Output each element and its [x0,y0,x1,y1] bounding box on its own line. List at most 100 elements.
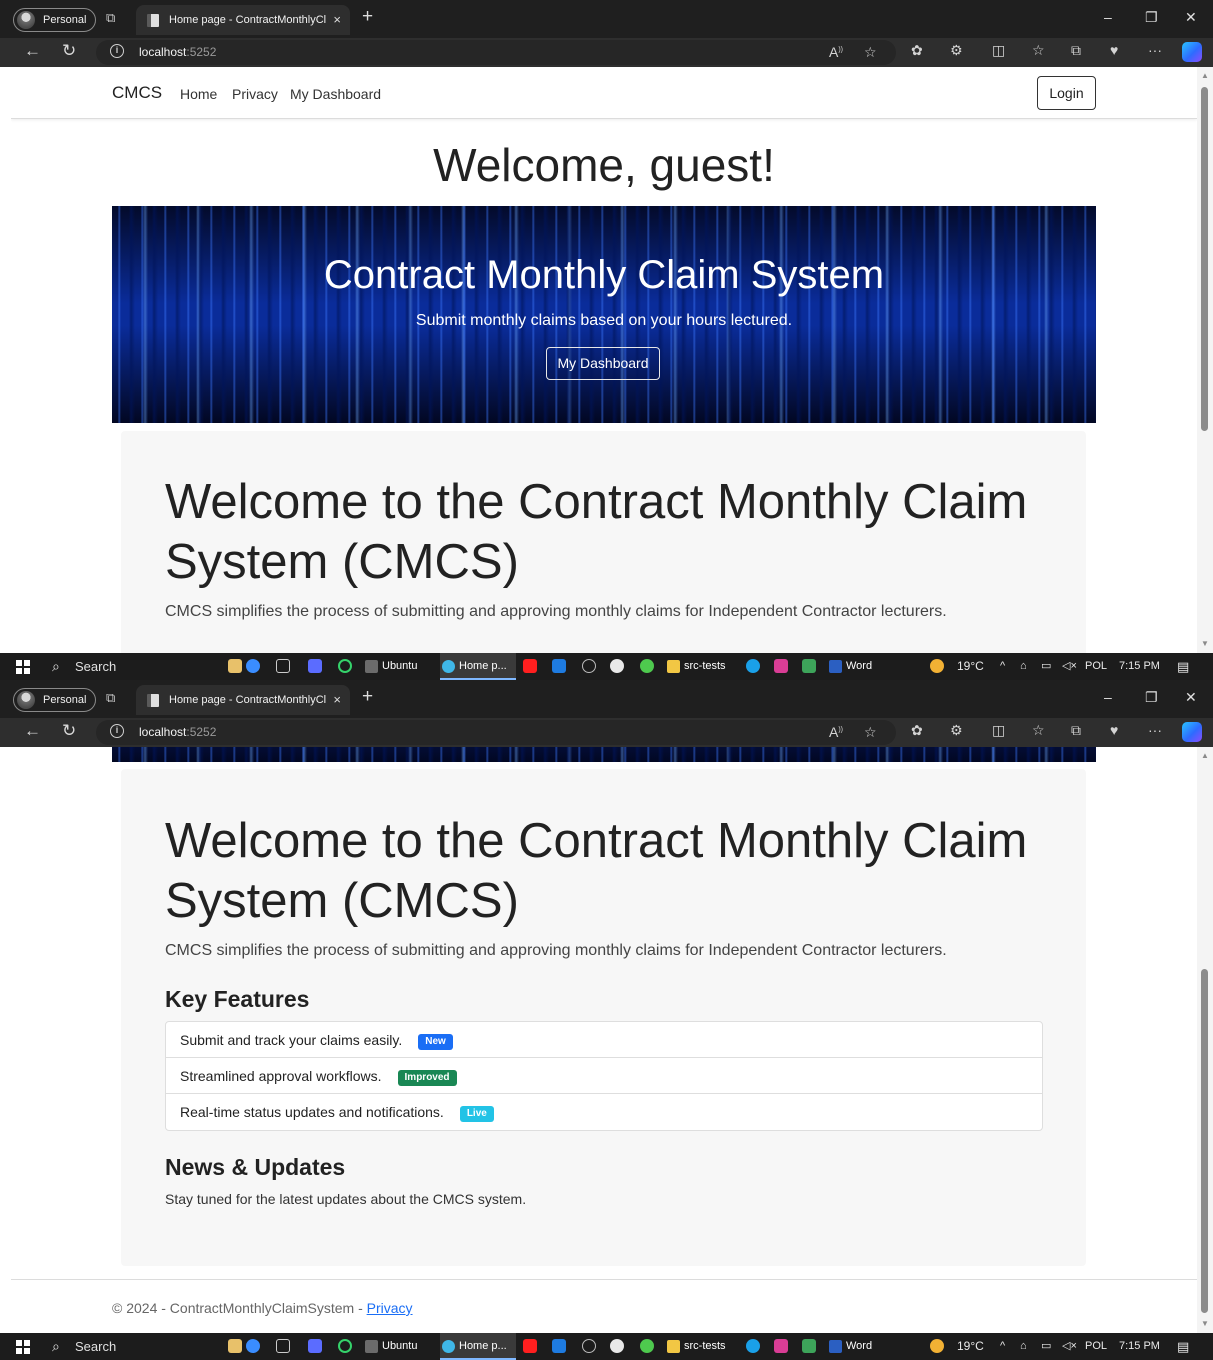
collections-icon[interactable]: ⧉ [1071,722,1081,739]
vertical-scrollbar[interactable]: ▲ ▼ [1197,67,1213,653]
favorite-star-icon[interactable]: ☆ [864,724,877,741]
more-icon[interactable]: ··· [1148,42,1162,58]
brand-link[interactable]: CMCS [112,83,162,103]
extension-icon[interactable]: ✿ [911,722,923,739]
language-indicator[interactable]: POL [1085,1333,1107,1360]
tab-close-icon[interactable]: × [333,5,341,35]
back-arrow-icon[interactable]: ← [24,41,41,61]
hero-dashboard-button[interactable]: My Dashboard [546,347,660,380]
url-field[interactable]: i localhost:5252 A)) ☆ [96,40,896,65]
store-icon[interactable] [802,659,816,673]
taskbar-app-folder[interactable]: src-tests [665,653,726,680]
copilot-icon[interactable] [1182,42,1202,62]
widget-avatar-icon[interactable] [246,659,260,673]
read-aloud-icon[interactable]: A)) [829,724,843,740]
new-tab-button[interactable]: + [362,6,373,28]
store-icon[interactable] [802,1339,816,1353]
performance-icon[interactable]: ♥ [1110,722,1118,738]
scroll-down-icon[interactable]: ▼ [1201,1319,1209,1328]
edge-dev-icon[interactable] [746,1339,760,1353]
tray-chevron-icon[interactable]: ^ [1000,1333,1005,1360]
taskbar-app-ubuntu[interactable]: Ubuntu [363,1333,417,1360]
notification-icon[interactable]: ▤ [1177,1333,1189,1360]
profile-button[interactable]: Personal [13,8,97,32]
copilot-app-icon[interactable] [640,659,654,673]
copilot-icon[interactable] [1182,722,1202,742]
refresh-icon[interactable]: ↻ [62,41,76,61]
language-indicator[interactable]: POL [1085,653,1107,680]
weather-icon[interactable] [930,659,944,673]
restore-button[interactable]: ❐ [1145,9,1158,26]
whatsapp-icon[interactable] [338,1339,352,1353]
volume-muted-icon[interactable]: ◁× [1062,653,1077,680]
split-screen-icon[interactable]: ◫ [992,722,1005,739]
favorites-list-icon[interactable]: ☆ [1032,722,1045,739]
instagram-icon[interactable] [774,1339,788,1353]
weather-temp[interactable]: 19°C [957,1333,984,1360]
browser-tab[interactable]: Home page - ContractMonthlyCla × [136,5,350,35]
scroll-thumb[interactable] [1201,969,1208,1313]
edge-dev-icon[interactable] [746,659,760,673]
scroll-up-icon[interactable]: ▲ [1201,71,1209,80]
task-view-icon[interactable] [276,1339,290,1353]
back-arrow-icon[interactable]: ← [24,721,41,741]
youtube-icon[interactable] [523,1339,537,1353]
youtube-icon[interactable] [523,659,537,673]
taskbar-search[interactable]: ⌕ Search [42,653,222,680]
outlook-icon[interactable] [552,659,566,673]
clock-app-icon[interactable] [582,659,596,673]
login-button[interactable]: Login [1037,76,1096,110]
split-screen-icon[interactable]: ◫ [992,42,1005,59]
battery-icon[interactable]: ▭ [1041,1333,1051,1360]
minimize-button[interactable]: – [1104,9,1112,25]
tray-device-icon[interactable]: ⌂ [1020,1333,1027,1360]
minimize-button[interactable]: – [1104,689,1112,705]
restore-button[interactable]: ❐ [1145,689,1158,706]
teams-icon[interactable] [308,1339,322,1353]
instagram-icon[interactable] [774,659,788,673]
task-view-icon[interactable] [276,659,290,673]
site-info-icon[interactable]: i [110,44,124,58]
nav-link-home[interactable]: Home [180,86,217,102]
puzzle-icon[interactable]: ⚙ [950,722,963,739]
refresh-icon[interactable]: ↻ [62,721,76,741]
clock-app-icon[interactable] [582,1339,596,1353]
read-aloud-icon[interactable]: A)) [829,44,843,60]
windows-start-icon[interactable] [16,660,30,674]
weather-widget-icon[interactable] [228,1339,242,1353]
clock[interactable]: 7:15 PM [1119,1333,1160,1360]
vertical-scrollbar[interactable]: ▲ ▼ [1197,747,1213,1333]
taskbar-app-ubuntu[interactable]: Ubuntu [363,653,417,680]
taskbar-search[interactable]: ⌕ Search [42,1333,222,1360]
close-window-button[interactable]: ✕ [1185,689,1197,706]
workspaces-icon[interactable]: ⧉ [106,690,115,706]
copilot-app-icon[interactable] [640,1339,654,1353]
taskbar-app-word[interactable]: Word [827,653,872,680]
taskbar-app-edge[interactable]: Home p... [440,653,516,680]
outlook-icon[interactable] [552,1339,566,1353]
weather-widget-icon[interactable] [228,659,242,673]
taskbar-app-folder[interactable]: src-tests [665,1333,726,1360]
tray-chevron-icon[interactable]: ^ [1000,653,1005,680]
puzzle-icon[interactable]: ⚙ [950,42,963,59]
new-tab-button[interactable]: + [362,686,373,708]
more-icon[interactable]: ··· [1148,722,1162,738]
github-icon[interactable] [610,659,624,673]
battery-icon[interactable]: ▭ [1041,653,1051,680]
windows-start-icon[interactable] [16,1340,30,1354]
footer-privacy-link[interactable]: Privacy [367,1300,413,1316]
tab-close-icon[interactable]: × [333,685,341,715]
volume-muted-icon[interactable]: ◁× [1062,1333,1077,1360]
taskbar-app-edge[interactable]: Home p... [440,1333,516,1360]
clock[interactable]: 7:15 PM [1119,653,1160,680]
github-icon[interactable] [610,1339,624,1353]
favorite-star-icon[interactable]: ☆ [864,44,877,61]
site-info-icon[interactable]: i [110,724,124,738]
scroll-down-icon[interactable]: ▼ [1201,639,1209,648]
collections-icon[interactable]: ⧉ [1071,42,1081,59]
teams-icon[interactable] [308,659,322,673]
workspaces-icon[interactable]: ⧉ [106,10,115,26]
weather-icon[interactable] [930,1339,944,1353]
notification-icon[interactable]: ▤ [1177,653,1189,680]
taskbar-app-word[interactable]: Word [827,1333,872,1360]
